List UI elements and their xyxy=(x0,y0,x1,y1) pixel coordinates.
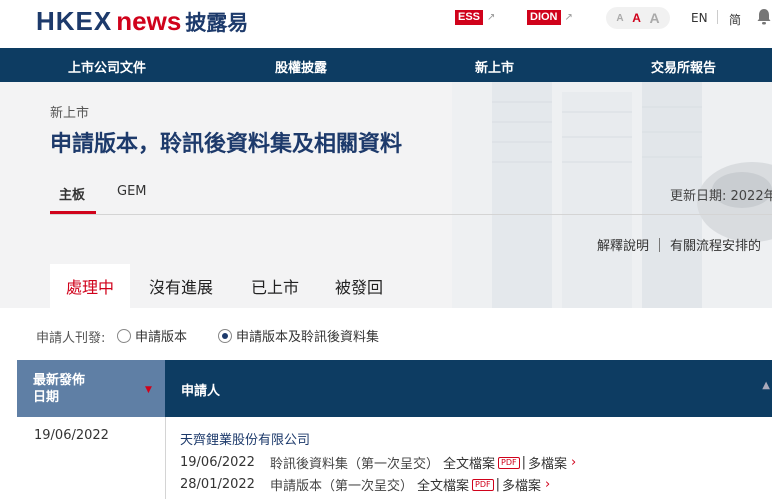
sort-desc-icon: ▼ xyxy=(145,385,152,395)
separator: | xyxy=(495,477,501,492)
multi-file-link[interactable]: 多檔案 xyxy=(502,475,541,494)
breadcrumb[interactable]: 新上市 xyxy=(50,102,89,121)
font-size-large-button[interactable]: A xyxy=(650,10,660,26)
nav-item-exchange-reports[interactable]: 交易所報告 xyxy=(651,57,716,76)
radio-application-proof[interactable]: 申請版本 xyxy=(117,326,187,345)
pdf-icon: PDF xyxy=(472,478,494,491)
ess-tag: ESS xyxy=(455,10,484,25)
document-type: 聆訊後資料集（第一次呈交） xyxy=(270,457,440,472)
dion-link[interactable]: DION ↗ xyxy=(527,10,573,25)
external-link-icon: ↗ xyxy=(564,12,573,23)
table-column-divider xyxy=(165,417,166,499)
chevron-right-icon[interactable]: › xyxy=(545,477,550,492)
radio-application-and-phip[interactable]: 申請版本及聆訊後資料集 xyxy=(218,326,379,345)
help-links: 解釋說明 有關流程安排的 xyxy=(597,235,761,254)
separator: | xyxy=(521,455,527,470)
lang-en-link[interactable]: EN xyxy=(691,11,708,25)
top-header: HKEX news 披露易 ESS ↗ DION ↗ A A A EN 简 xyxy=(0,0,772,48)
hero-section: 新上市 申請版本，聆訊後資料集及相關資料 主板 GEM 更新日期: 2022年 … xyxy=(0,82,772,308)
pdf-icon: PDF xyxy=(498,456,520,469)
dion-tag: DION xyxy=(527,10,561,25)
tab-inactive[interactable]: 沒有進展 xyxy=(133,264,229,308)
hkexnews-logo[interactable]: HKEX news 披露易 xyxy=(36,6,248,36)
main-nav: 上市公司文件 股權披露 新上市 交易所報告 xyxy=(0,48,772,82)
document-date: 19/06/2022 xyxy=(180,455,255,470)
tab-main-board[interactable]: 主板 xyxy=(59,184,85,203)
full-document-link[interactable]: 全文檔案 xyxy=(417,475,469,494)
chevron-right-icon[interactable]: › xyxy=(571,455,576,470)
column-header-applicant[interactable]: 申請人 ▲ xyxy=(165,360,772,417)
radio-circle xyxy=(117,328,131,343)
nav-item-new-listings[interactable]: 新上市 xyxy=(475,57,514,76)
tab-listed[interactable]: 已上市 xyxy=(235,264,315,308)
ess-link[interactable]: ESS ↗ xyxy=(455,10,495,25)
nav-item-disclosure-of-interests[interactable]: 股權披露 xyxy=(275,57,327,76)
column-header-label: 申請人 xyxy=(181,384,221,399)
page-title: 申請版本，聆訊後資料集及相關資料 xyxy=(50,132,403,157)
multi-file-link[interactable]: 多檔案 xyxy=(528,453,567,472)
radio-label: 申請版本 xyxy=(135,330,188,345)
process-arrangement-link[interactable]: 有關流程安排的 xyxy=(670,239,761,254)
company-name: 天齊鋰業股份有限公司 xyxy=(180,433,311,448)
logo-hkex-text: HKEX xyxy=(36,6,113,36)
full-document-link[interactable]: 全文檔案 xyxy=(443,453,495,472)
external-link-icon: ↗ xyxy=(487,12,496,23)
filter-label: 申請人刊發: xyxy=(36,331,106,346)
lang-divider xyxy=(717,10,718,24)
explanation-link[interactable]: 解釋說明 xyxy=(597,239,649,254)
logo-chinese-text: 披露易 xyxy=(185,11,249,35)
column-header-latest-date[interactable]: 最新發佈 日期 ▼ xyxy=(17,360,165,417)
table-row-date: 19/06/2022 xyxy=(34,428,109,443)
radio-label: 申請版本及聆訊後資料集 xyxy=(236,330,380,345)
updated-date-text: 更新日期: 2022年 xyxy=(670,189,772,204)
link-divider xyxy=(659,238,661,252)
sort-asc-icon: ▲ xyxy=(762,380,770,391)
publication-filter: 申請人刊發: 申請版本 申請版本及聆訊後資料集 xyxy=(0,308,772,360)
font-size-medium-button[interactable]: A xyxy=(632,11,641,25)
lang-sc-link[interactable]: 简 xyxy=(729,11,741,28)
tab-returned[interactable]: 被發回 xyxy=(319,264,399,308)
document-type: 申請版本（第一次呈交） xyxy=(270,479,414,494)
bell-icon[interactable] xyxy=(756,8,772,26)
logo-news-text: news xyxy=(116,6,182,36)
tab-divider xyxy=(50,214,772,215)
radio-circle-selected xyxy=(218,328,232,343)
tab-gem[interactable]: GEM xyxy=(117,184,147,199)
document-row: 19/06/2022 聆訊後資料集（第一次呈交） 全文檔案 PDF | 多檔案 … xyxy=(180,453,576,472)
document-date: 28/01/2022 xyxy=(180,477,255,492)
nav-item-listed-company-docs[interactable]: 上市公司文件 xyxy=(68,57,146,76)
font-size-small-button[interactable]: A xyxy=(616,13,623,24)
font-size-switcher: A A A xyxy=(606,7,670,29)
tab-processing[interactable]: 處理中 xyxy=(50,264,131,308)
document-row: 28/01/2022 申請版本（第一次呈交） 全文檔案 PDF | 多檔案 › xyxy=(180,475,550,494)
